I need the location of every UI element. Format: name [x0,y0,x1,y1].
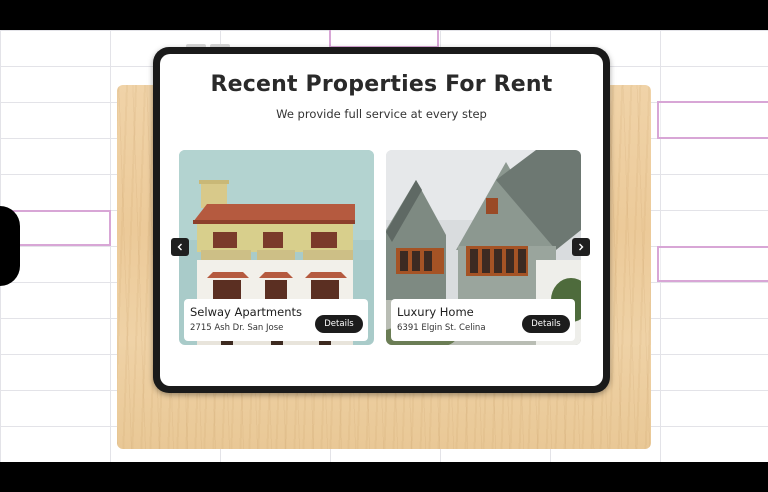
property-address: 2715 Ash Dr. San Jose [190,323,284,333]
decorative-shape [0,206,20,286]
chevron-left-icon [177,243,182,251]
highlighted-cell [329,30,439,48]
carousel-prev-button[interactable] [171,238,189,256]
property-info: Luxury Home 6391 Elgin St. Celina Detail… [391,299,575,341]
highlighted-cell [657,101,768,139]
property-address: 6391 Elgin St. Celina [397,323,486,333]
page-subtitle: We provide full service at every step [276,107,487,121]
details-button[interactable]: Details [522,315,570,333]
page-title: Recent Properties For Rent [210,72,553,97]
bottom-band [0,462,768,492]
property-card[interactable]: Selway Apartments 2715 Ash Dr. San Jose … [179,150,374,345]
carousel-next-button[interactable] [572,238,590,256]
property-card[interactable]: Luxury Home 6391 Elgin St. Celina Detail… [386,150,581,345]
property-name: Luxury Home [397,305,474,319]
property-name: Selway Apartments [190,305,303,319]
tablet-screen: Recent Properties For Rent We provide fu… [160,54,603,386]
details-button[interactable]: Details [315,315,363,333]
chevron-right-icon [579,243,584,251]
highlighted-cell [657,246,768,282]
top-band [0,0,768,30]
property-info: Selway Apartments 2715 Ash Dr. San Jose … [184,299,368,341]
